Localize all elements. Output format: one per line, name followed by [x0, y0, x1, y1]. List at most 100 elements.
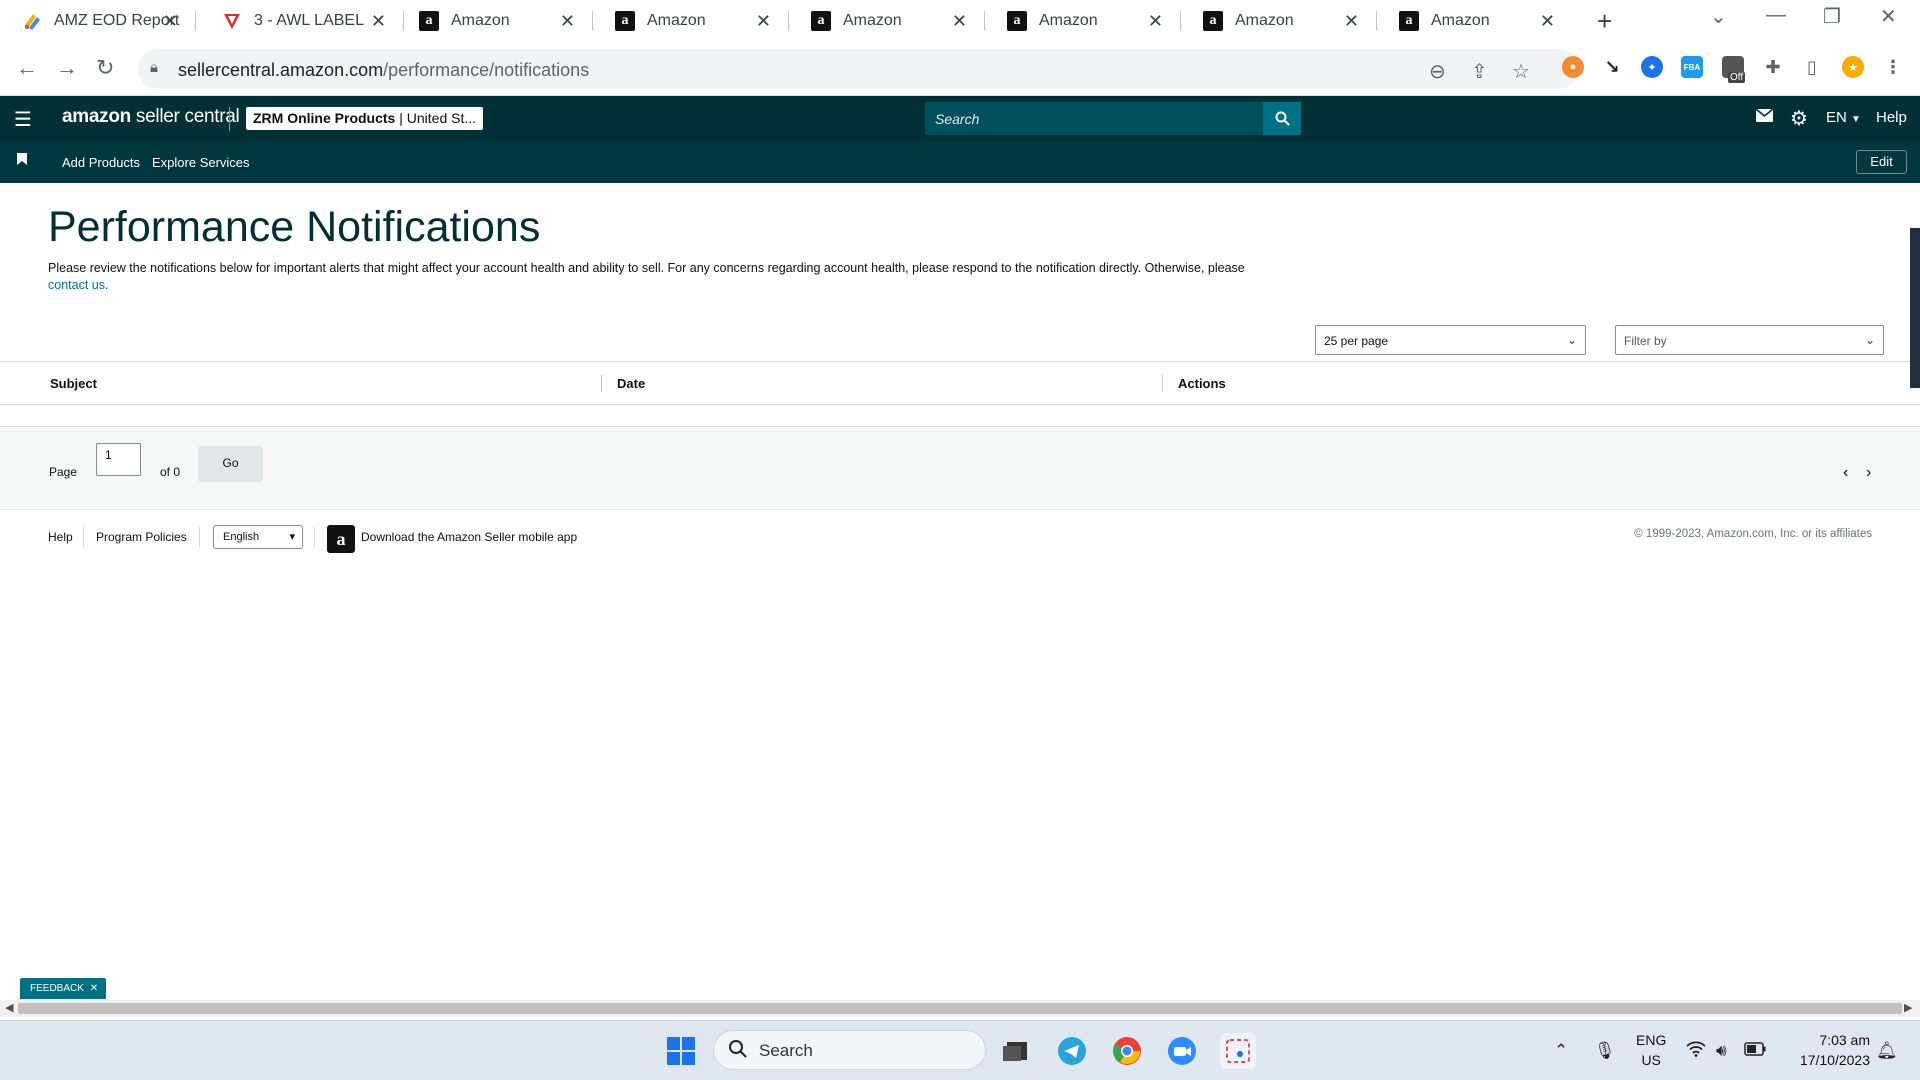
- lock-icon[interactable]: 🔒︎: [150, 59, 158, 76]
- download-app-link[interactable]: Download the Amazon Seller mobile app: [361, 530, 577, 544]
- edit-button[interactable]: Edit: [1856, 150, 1907, 174]
- side-widget-tab[interactable]: [1910, 228, 1920, 388]
- browser-tab-active[interactable]: a Amazon ✕: [1377, 0, 1573, 42]
- amazon-app-icon[interactable]: a: [327, 525, 355, 553]
- scrollbar-thumb[interactable]: [18, 1003, 1902, 1014]
- extensions-puzzle-icon[interactable]: ✚: [1762, 56, 1784, 78]
- chrome-icon[interactable]: [1109, 1033, 1145, 1069]
- battery-icon[interactable]: [1744, 1041, 1766, 1061]
- address-bar-row: ← → ↻ 🔒︎ sellercentral.amazon.com/perfor…: [0, 42, 1920, 96]
- nav-link-explore-services[interactable]: Explore Services: [152, 155, 250, 170]
- scroll-right-icon[interactable]: ▶: [1904, 1000, 1912, 1017]
- close-tab-icon[interactable]: ✕: [1344, 11, 1359, 32]
- url-text: sellercentral.amazon.com/performance/not…: [178, 60, 590, 80]
- chevron-down-icon: ⌄: [1566, 333, 1577, 347]
- volume-icon[interactable]: 🔊︎: [1716, 1041, 1727, 1061]
- minimize-icon[interactable]: —: [1766, 4, 1786, 27]
- browser-tab[interactable]: a Amazon ✕: [397, 0, 593, 42]
- help-link[interactable]: Help: [1876, 109, 1907, 126]
- menu-kebab-icon[interactable]: ⋮: [1882, 56, 1904, 78]
- footer: Help Program Policies English ▾ a Downlo…: [0, 510, 1920, 565]
- search-input[interactable]: [925, 102, 1263, 135]
- system-clock[interactable]: 7:03 am 17/10/2023: [1800, 1030, 1870, 1070]
- amazon-icon: a: [1399, 11, 1419, 31]
- browser-tab-strip: AMZ EOD Report ✕ 3 - AWL LABEL ✕ a Amazo…: [0, 0, 1920, 42]
- browser-tab[interactable]: 3 - AWL LABEL ✕: [200, 0, 404, 42]
- language-selector[interactable]: EN ▼: [1826, 109, 1861, 126]
- forward-icon[interactable]: →: [56, 55, 78, 81]
- zoom-icon[interactable]: [1164, 1033, 1200, 1069]
- nav-link-add-products[interactable]: Add Products: [62, 155, 140, 170]
- footer-program-policies-link[interactable]: Program Policies: [96, 530, 187, 544]
- new-tab-icon[interactable]: +: [1597, 6, 1612, 37]
- go-button[interactable]: Go: [198, 446, 263, 482]
- scroll-left-icon[interactable]: ◀: [5, 1000, 13, 1017]
- notifications-icon[interactable]: 🔔︎: [1876, 1041, 1898, 1061]
- tab-search-icon[interactable]: ⌄: [1710, 4, 1727, 29]
- browser-tab[interactable]: a Amazon ✕: [789, 0, 985, 42]
- extension-blue-icon[interactable]: ✦: [1641, 56, 1663, 78]
- google-sheets-icon: [22, 11, 42, 31]
- mail-icon[interactable]: [1755, 108, 1774, 126]
- close-tab-icon[interactable]: ✕: [371, 11, 386, 32]
- url-bar[interactable]: 🔒︎ sellercentral.amazon.com/performance/…: [138, 49, 1578, 89]
- column-header-subject[interactable]: Subject: [50, 376, 97, 391]
- close-window-icon[interactable]: ✕: [1880, 4, 1897, 29]
- close-tab-icon[interactable]: ✕: [1540, 11, 1555, 32]
- input-language[interactable]: ENG US: [1636, 1030, 1666, 1070]
- next-page-icon[interactable]: ›: [1866, 464, 1871, 482]
- chevron-down-icon: ⌄: [1864, 333, 1875, 347]
- red-v-icon: [222, 11, 242, 31]
- browser-tab[interactable]: a Amazon ✕: [1181, 0, 1377, 42]
- snipping-tool-icon[interactable]: [1220, 1033, 1256, 1069]
- show-hidden-icons-icon[interactable]: ⌃: [1554, 1041, 1568, 1061]
- previous-page-icon[interactable]: ‹: [1843, 464, 1848, 482]
- task-view-icon[interactable]: [997, 1033, 1033, 1069]
- profile-avatar[interactable]: ★: [1842, 56, 1864, 78]
- zoom-icon[interactable]: ⊖: [1429, 59, 1446, 84]
- wifi-icon[interactable]: [1686, 1041, 1706, 1062]
- page-number-input[interactable]: [96, 443, 141, 476]
- settings-gear-icon[interactable]: ⚙: [1790, 106, 1808, 131]
- bookmark-icon[interactable]: [17, 153, 27, 168]
- close-tab-icon[interactable]: ✕: [952, 11, 967, 32]
- account-switcher[interactable]: ZRM Online Products | United St...: [246, 107, 484, 130]
- footer-language-select[interactable]: English ▾: [213, 525, 303, 549]
- hamburger-menu-icon[interactable]: ☰: [14, 107, 32, 132]
- back-icon[interactable]: ←: [16, 55, 38, 81]
- restore-icon[interactable]: ❐: [1823, 4, 1841, 29]
- table-header: Subject Date Actions: [0, 362, 1920, 405]
- windows-start-icon[interactable]: [663, 1033, 699, 1069]
- close-tab-icon[interactable]: ✕: [1148, 11, 1163, 32]
- column-header-date[interactable]: Date: [617, 376, 645, 391]
- feedback-button[interactable]: FEEDBACK ✕: [20, 978, 106, 999]
- contact-us-link[interactable]: contact us: [48, 278, 105, 292]
- search-icon[interactable]: [1263, 102, 1301, 135]
- taskbar-search[interactable]: Search: [713, 1030, 986, 1070]
- horizontal-scrollbar[interactable]: ◀ ▶: [0, 1000, 1920, 1017]
- close-tab-icon[interactable]: ✕: [756, 11, 771, 32]
- microphone-icon[interactable]: 🎙︎: [1594, 1041, 1616, 1061]
- seller-central-logo[interactable]: amazon seller central: [62, 106, 240, 128]
- share-icon[interactable]: ⇪: [1471, 59, 1488, 84]
- reload-icon[interactable]: ↻: [96, 55, 114, 81]
- chevron-down-icon: ▾: [289, 531, 295, 543]
- close-tab-icon[interactable]: ✕: [560, 11, 575, 32]
- browser-tab[interactable]: a Amazon ✕: [985, 0, 1181, 42]
- telegram-icon[interactable]: [1054, 1033, 1090, 1069]
- footer-help-link[interactable]: Help: [48, 530, 73, 544]
- extension-fba-icon[interactable]: FBA: [1681, 56, 1703, 78]
- extension-arrow-icon[interactable]: ↘: [1601, 56, 1623, 78]
- extension-orange-icon[interactable]: ●: [1562, 56, 1584, 78]
- browser-tab[interactable]: AMZ EOD Report ✕: [0, 0, 196, 42]
- bookmark-star-icon[interactable]: ☆: [1512, 59, 1530, 84]
- column-header-actions: Actions: [1178, 376, 1226, 391]
- filter-select[interactable]: Filter by ⌄: [1615, 325, 1884, 355]
- amazon-icon: a: [1203, 11, 1223, 31]
- close-icon[interactable]: ✕: [90, 983, 98, 994]
- side-panel-icon[interactable]: ▯: [1801, 56, 1823, 78]
- close-tab-icon[interactable]: ✕: [163, 11, 178, 32]
- per-page-select[interactable]: 25 per page ⌄: [1315, 325, 1586, 355]
- page-description: Please review the notifications below fo…: [48, 261, 1245, 292]
- browser-tab[interactable]: a Amazon ✕: [593, 0, 789, 42]
